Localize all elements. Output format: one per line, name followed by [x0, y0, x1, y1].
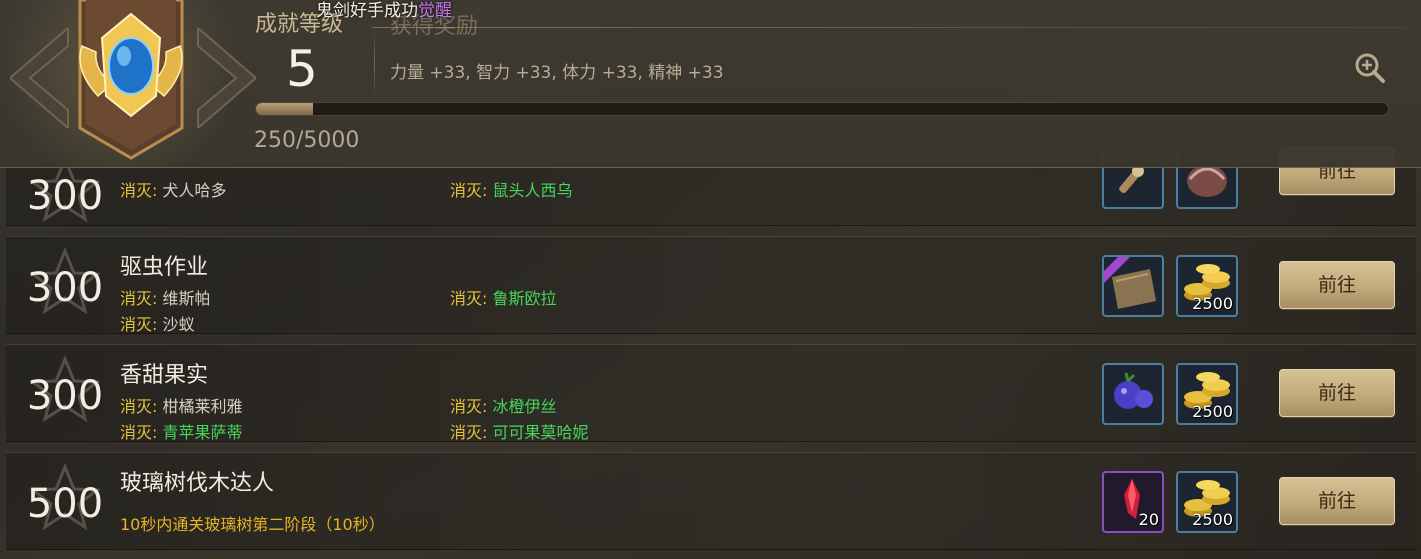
reward-quantity: 20 — [1138, 510, 1159, 529]
achievement-row: 300 驱虫作业 消灭: 维斯帕 消灭: 鲁斯欧拉 消灭: 沙蚁 2500 前往 — [6, 236, 1416, 334]
level-value: 5 — [286, 40, 318, 98]
go-button[interactable]: 前往 — [1279, 477, 1395, 525]
achievement-row: 500 玻璃树伐木达人 10秒内通关玻璃树第二阶段（10秒） 20 2500 前… — [6, 452, 1416, 550]
level-progress-text: 250/5000 — [254, 128, 360, 153]
chevron-left-icon — [10, 28, 69, 128]
achievement-description: 10秒内通关玻璃树第二阶段（10秒） — [120, 515, 385, 534]
level-progress-bar — [255, 102, 1389, 116]
go-button[interactable]: 前往 — [1279, 261, 1395, 309]
go-button[interactable]: 前往 — [1279, 369, 1395, 417]
red-crystal-icon[interactable]: 20 — [1102, 471, 1164, 533]
reward-quantity: 2500 — [1192, 294, 1233, 313]
reward-stats: 力量 +33, 智力 +33, 体力 +33, 精神 +33 — [390, 63, 724, 83]
achievement-title: 玻璃树伐木达人 — [120, 471, 275, 496]
achievement-title: 香甜果实 — [120, 363, 209, 388]
requirement: 消灭: 青苹果萨蒂 — [120, 423, 243, 442]
level-progress-fill — [256, 103, 313, 115]
gold-coins-icon[interactable]: 2500 — [1176, 255, 1238, 317]
points-badge: 300 — [8, 245, 118, 325]
reward-scroll-icon[interactable] — [1102, 255, 1164, 317]
requirement: 消灭: 可可果莫哈妮 — [450, 423, 589, 442]
blueberry-icon[interactable] — [1102, 363, 1164, 425]
points-value: 500 — [26, 481, 104, 527]
points-value: 300 — [26, 265, 104, 311]
achievement-title: 驱虫作业 — [120, 255, 209, 280]
points-badge: 500 — [8, 461, 118, 541]
requirement: 消灭: 维斯帕 — [120, 289, 211, 308]
reward-quantity: 2500 — [1192, 510, 1233, 529]
points-badge: 300 — [8, 353, 118, 433]
gold-coins-icon[interactable]: 2500 — [1176, 363, 1238, 425]
achievement-level-header: 成就等级 获得奖励 鬼剑好手成功觉醒 5 力量 +33, 智力 +33, 体力 … — [0, 0, 1421, 168]
achievement-row: 300 香甜果实 消灭: 柑橘莱利雅 消灭: 冰橙伊丝 消灭: 青苹果萨蒂 消灭… — [6, 344, 1416, 442]
requirement: 消灭: 鼠头人西乌 — [450, 181, 573, 200]
points-value: 300 — [26, 373, 104, 419]
zoom-in-icon[interactable] — [1354, 52, 1386, 84]
achievement-row: 300 消灭: 犬人哈多 消灭: 鼠头人西乌 前往 — [6, 147, 1416, 226]
points-value: 300 — [26, 173, 104, 219]
gold-coins-icon[interactable]: 2500 — [1176, 471, 1238, 533]
requirement: 消灭: 鲁斯欧拉 — [450, 289, 557, 308]
awakening-notification: 鬼剑好手成功觉醒 — [316, 1, 452, 21]
requirement: 消灭: 柑橘莱利雅 — [120, 397, 243, 416]
requirement: 消灭: 冰橙伊丝 — [450, 397, 557, 416]
chevron-right-icon — [197, 28, 256, 128]
rank-emblem-icon — [78, 0, 184, 160]
requirement: 消灭: 犬人哈多 — [120, 181, 227, 200]
requirement: 消灭: 沙蚁 — [120, 315, 195, 334]
reward-quantity: 2500 — [1192, 402, 1233, 421]
